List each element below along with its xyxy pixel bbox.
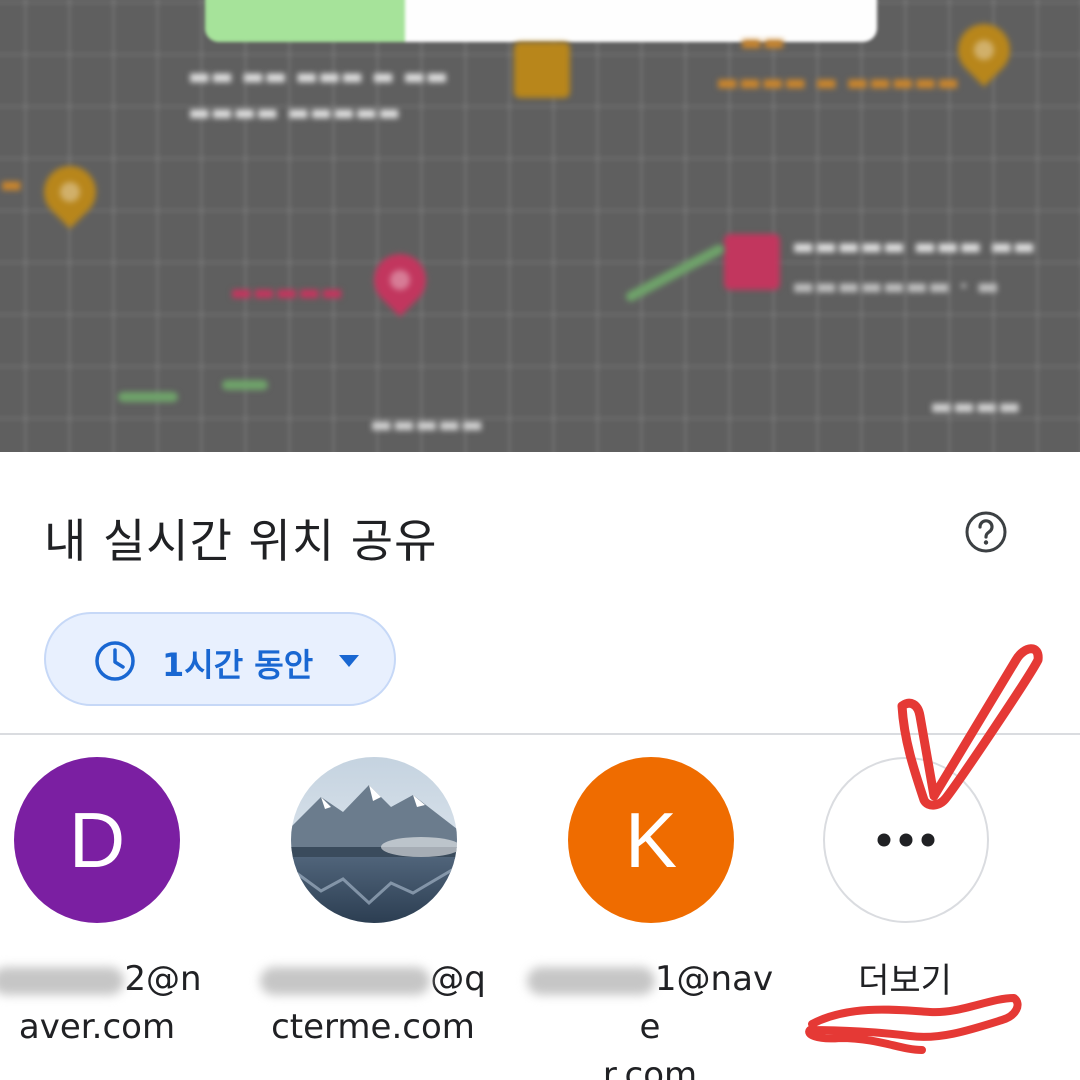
map-place-label: ▬▬▬▬ xyxy=(930,392,1021,420)
map-hotel-marker[interactable] xyxy=(724,234,780,290)
share-location-sheet: 내 실시간 위치 공유 1시간 동안 D 2@n aver.com @q cte… xyxy=(0,452,1080,1080)
avatar-initial: K xyxy=(624,795,678,884)
map-place-label: ▬ xyxy=(0,170,23,198)
map-place-label: ▬▬ ▬▬ ▬▬▬ ▬ ▬▬ xyxy=(188,62,449,90)
map-place-label: ▬▬ xyxy=(740,28,786,56)
redacted-text xyxy=(526,966,655,995)
map-poi-marker[interactable] xyxy=(514,42,570,98)
divider xyxy=(0,733,1080,735)
contact-email: 1@nave r.com xyxy=(520,955,780,1080)
avatar-initial: D xyxy=(68,795,126,884)
map-place-label: ▬▬▬▬▬ ▬▬▬ ▬▬ xyxy=(792,232,1036,260)
avatar: D xyxy=(14,757,180,923)
contact-item[interactable]: K 1@nave r.com xyxy=(520,757,780,1080)
map-place-label: ▬▬▬▬ ▬ ▬▬▬▬▬ xyxy=(716,68,960,96)
redacted-text xyxy=(260,966,431,995)
contact-email: @q cterme.com xyxy=(243,955,503,1051)
more-label: 더보기 xyxy=(858,961,952,1001)
map-place-label: ▬▬▬▬▬ xyxy=(370,410,484,438)
email-visible-start: 2@n xyxy=(124,959,202,999)
more-contacts-button[interactable]: 더보기 xyxy=(775,757,1035,1080)
email-visible-end: r.com xyxy=(602,1055,698,1080)
map-place-label: ▬▬▬▬▬▬▬ · ▬ xyxy=(792,272,1000,300)
map-road xyxy=(118,392,178,402)
avatar: K xyxy=(568,757,734,923)
landscape-photo-icon xyxy=(291,757,457,923)
avatar-photo xyxy=(291,757,457,923)
email-visible-end: aver.com xyxy=(18,1007,176,1047)
more-avatar xyxy=(823,757,989,923)
contact-email: 2@n aver.com xyxy=(0,955,227,1051)
email-visible-end: cterme.com xyxy=(271,1007,475,1047)
arrow-drop-down-icon xyxy=(339,655,359,667)
contact-item[interactable]: @q cterme.com xyxy=(243,757,503,1080)
map-road xyxy=(222,380,268,390)
map-view[interactable]: ▬▬ ▬▬ ▬▬▬ ▬ ▬▬ ▬▬▬▬ ▬▬▬▬▬ ▬▬ ▬▬▬▬ ▬ ▬▬▬▬… xyxy=(0,0,1080,452)
clock-icon xyxy=(95,641,135,681)
sheet-title: 내 실시간 위치 공유 xyxy=(44,514,438,568)
map-place-label: ▬▬▬▬ ▬▬▬▬▬ xyxy=(188,98,401,126)
duration-label: 1시간 동안 xyxy=(162,646,314,684)
contact-item[interactable]: D 2@n aver.com xyxy=(0,757,227,1080)
email-visible-start: 1@nave xyxy=(639,959,774,1047)
help-circle-icon[interactable] xyxy=(964,510,1008,554)
map-place-label: ▬▬▬▬▬ xyxy=(230,278,344,306)
redacted-text xyxy=(0,966,125,995)
duration-selector[interactable]: 1시간 동안 xyxy=(44,612,396,706)
more-horizontal-icon xyxy=(877,833,935,847)
email-visible-start: @q xyxy=(430,959,486,999)
search-progress xyxy=(205,0,405,42)
